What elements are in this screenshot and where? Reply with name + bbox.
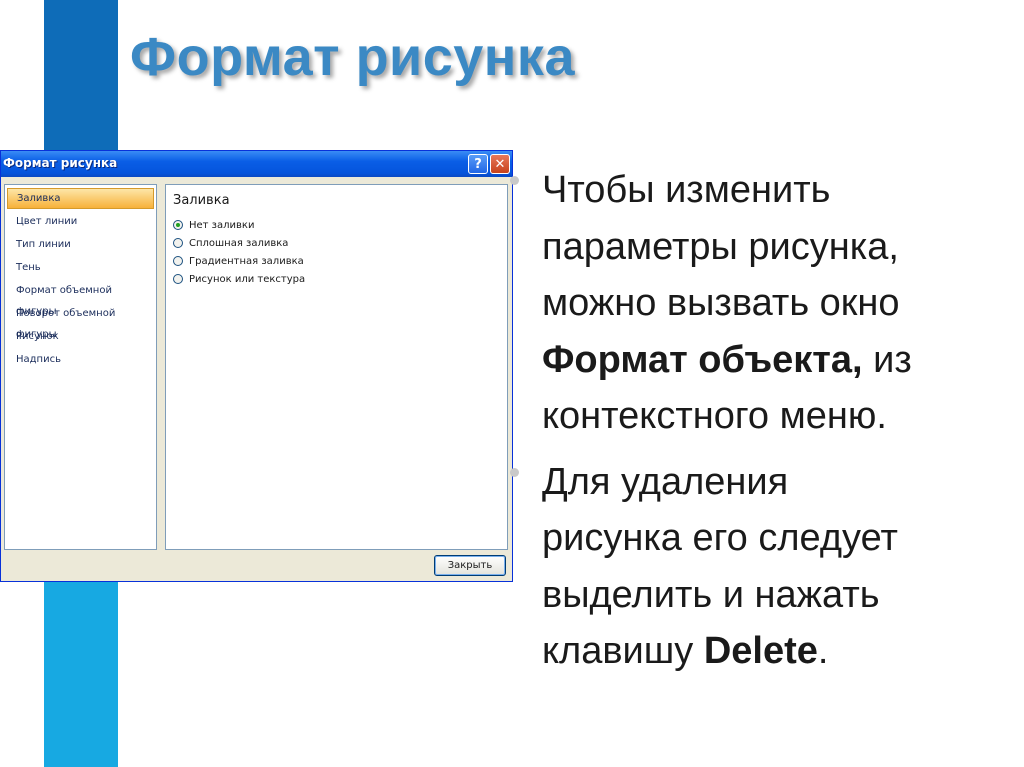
bullet-text: можно вызвать окно	[542, 282, 900, 324]
close-button[interactable]: Закрыть	[434, 555, 506, 576]
decorative-stripe-bottom	[44, 575, 118, 767]
dialog-title: Формат рисунка	[3, 156, 118, 170]
nav-item-shadow[interactable]: Тень	[7, 257, 154, 278]
radio-solid-fill[interactable]: Сплошная заливка	[173, 235, 288, 251]
radio-button-icon[interactable]	[173, 274, 183, 284]
category-list: Заливка Цвет линии Тип линии Тень Формат…	[4, 184, 157, 550]
nav-item-text-box[interactable]: Надпись	[7, 349, 154, 370]
radio-label: Сплошная заливка	[189, 237, 289, 249]
help-button[interactable]: ?	[468, 154, 488, 174]
bullet-text: .	[817, 630, 829, 672]
radio-label: Нет заливки	[189, 219, 255, 231]
bullet-item: Чтобы изменить параметры рисунка, можно …	[504, 162, 1004, 445]
radio-picture-texture-fill[interactable]: Рисунок или текстура	[173, 271, 305, 287]
bullet-bold-text: Delete	[703, 630, 818, 672]
radio-label: Градиентная заливка	[189, 255, 304, 267]
bullet-text: выделить и нажать	[542, 573, 880, 616]
nav-item-line-style[interactable]: Тип линии	[7, 234, 154, 255]
format-picture-dialog: Формат рисунка ? ✕ Заливка Цвет линии Ти…	[0, 150, 513, 582]
bullet-bold-text: Формат объекта,	[542, 338, 863, 381]
radio-no-fill[interactable]: Нет заливки	[173, 217, 254, 233]
slide-title: Формат рисунка	[130, 27, 575, 87]
radio-gradient-fill[interactable]: Градиентная заливка	[173, 253, 304, 269]
nav-item-3d-format[interactable]: Формат объемной фигуры	[7, 280, 154, 317]
radio-button-icon[interactable]	[173, 220, 183, 230]
radio-button-icon[interactable]	[173, 256, 183, 266]
nav-item-line-color[interactable]: Цвет линии	[7, 211, 154, 232]
decorative-stripe-top	[44, 0, 118, 160]
bullet-text: Для удаления	[542, 460, 789, 503]
section-heading: Заливка	[173, 193, 230, 208]
radio-label: Рисунок или текстура	[189, 273, 306, 285]
bullet-list: Чтобы изменить параметры рисунка, можно …	[504, 162, 1004, 680]
nav-item-3d-rotation[interactable]: Поворот объемной фигуры	[7, 303, 154, 340]
nav-item-picture[interactable]: Рисунок	[7, 326, 154, 347]
bullet-text: рисунка его следует	[542, 517, 898, 559]
help-icon: ?	[474, 156, 482, 172]
bullet-text: контекстного меню.	[542, 395, 887, 437]
bullet-text: параметры рисунка,	[542, 225, 899, 268]
bullet-text: Чтобы изменить	[542, 169, 831, 211]
fill-options-panel: Заливка Нет заливки Сплошная заливка Гра…	[165, 184, 508, 550]
bullet-text: клавишу	[542, 630, 704, 672]
dialog-titlebar[interactable]: Формат рисунка ? ✕	[1, 151, 512, 177]
bullet-dot-icon	[510, 467, 519, 477]
nav-item-fill[interactable]: Заливка	[7, 188, 154, 209]
bullet-text: из	[862, 338, 912, 381]
bullet-dot-icon	[510, 176, 519, 185]
bullet-item: Для удаления рисунка его следует выделит…	[504, 454, 1004, 680]
radio-button-icon[interactable]	[173, 238, 183, 248]
